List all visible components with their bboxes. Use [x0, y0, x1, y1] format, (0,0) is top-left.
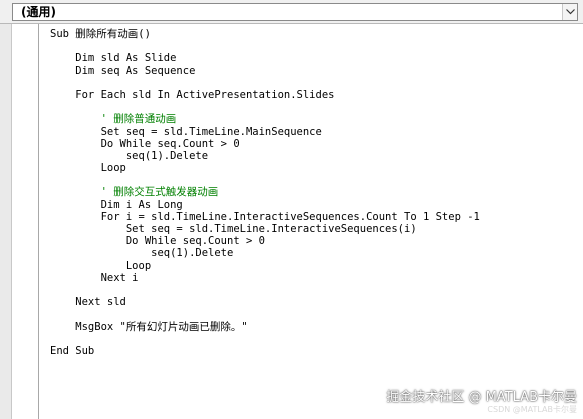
code-line[interactable]: Next sld	[50, 296, 480, 308]
code-line[interactable]	[50, 101, 480, 113]
code-line[interactable]: Loop	[50, 260, 480, 272]
code-editor[interactable]: Sub 删除所有动画() Dim sld As Slide Dim seq As…	[12, 24, 583, 419]
code-margin-indicator-bar[interactable]	[12, 24, 39, 419]
object-dropdown[interactable]: (通用)	[12, 3, 578, 21]
code-comment-line[interactable]: ' 删除交互式触发器动画	[50, 186, 480, 198]
code-line[interactable]: End Sub	[50, 345, 480, 357]
code-line[interactable]: seq(1).Delete	[50, 150, 480, 162]
code-line[interactable]: Next i	[50, 272, 480, 284]
code-line[interactable]: Dim sld As Slide	[50, 52, 480, 64]
chevron-down-icon	[566, 9, 575, 15]
code-line[interactable]	[50, 174, 480, 186]
code-line[interactable]: Do While seq.Count > 0	[50, 138, 480, 150]
code-line[interactable]: Dim i As Long	[50, 199, 480, 211]
code-line[interactable]	[50, 308, 480, 320]
code-line[interactable]	[50, 333, 480, 345]
code-line[interactable]: Set seq = sld.TimeLine.MainSequence	[50, 126, 480, 138]
code-line[interactable]: For Each sld In ActivePresentation.Slide…	[50, 89, 480, 101]
code-line[interactable]: Do While seq.Count > 0	[50, 235, 480, 247]
object-dropdown-button[interactable]	[562, 4, 577, 20]
watermark-text: 掘金技术社区 @ MATLAB卡尔曼	[386, 390, 577, 405]
code-line[interactable]	[50, 284, 480, 296]
object-dropdown-label: (通用)	[21, 5, 56, 19]
code-lines[interactable]: Sub 删除所有动画() Dim sld As Slide Dim seq As…	[50, 28, 480, 357]
code-line[interactable]: For i = sld.TimeLine.InteractiveSequence…	[50, 211, 480, 223]
code-line[interactable]	[50, 77, 480, 89]
code-line[interactable]: Set seq = sld.TimeLine.InteractiveSequen…	[50, 223, 480, 235]
code-line[interactable]: Loop	[50, 162, 480, 174]
code-comment-line[interactable]: ' 删除普通动画	[50, 113, 480, 125]
code-line[interactable]: Sub 删除所有动画()	[50, 28, 480, 40]
watermark-subtext: CSDN @MATLAB卡尔曼	[487, 405, 577, 414]
code-line[interactable]: MsgBox "所有幻灯片动画已删除。"	[50, 321, 480, 333]
window-left-border	[0, 24, 12, 419]
code-line[interactable]: Dim seq As Sequence	[50, 65, 480, 77]
code-line[interactable]: seq(1).Delete	[50, 247, 480, 259]
editor-toolbar: (通用)	[0, 0, 583, 24]
code-line[interactable]	[50, 40, 480, 52]
